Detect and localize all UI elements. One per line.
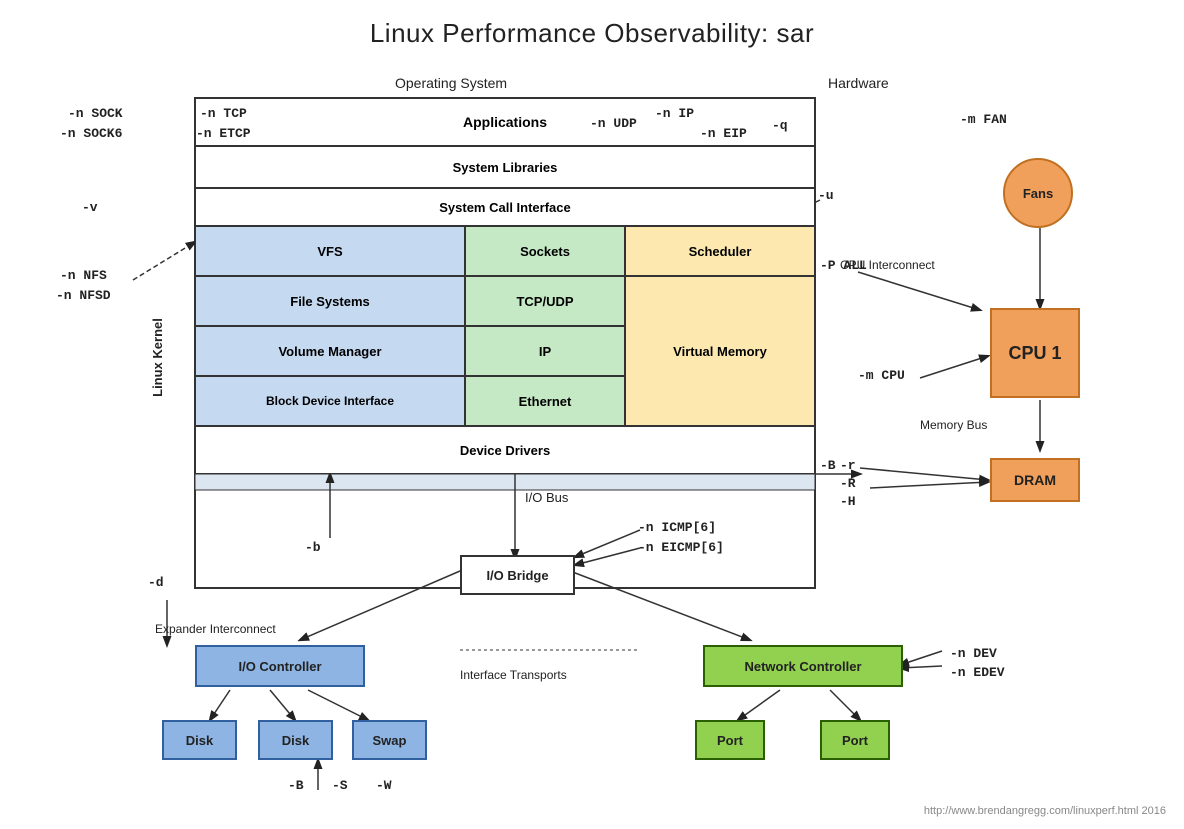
n-sock6-label: -n SOCK6 xyxy=(60,126,122,141)
port1-box: Port xyxy=(695,720,765,760)
filesystems-layer: File Systems xyxy=(195,276,465,326)
r-label: -r xyxy=(840,458,856,473)
m-fan-label: -m FAN xyxy=(960,112,1007,127)
device-drivers-layer: Device Drivers xyxy=(195,426,815,474)
disk1-box: Disk xyxy=(162,720,237,760)
swap-box: Swap xyxy=(352,720,427,760)
big-w-label: -W xyxy=(376,778,392,793)
io-bridge-box: I/O Bridge xyxy=(460,555,575,595)
q-label: -q xyxy=(772,118,788,133)
memory-bus-label: Memory Bus xyxy=(920,418,987,434)
dram-box: DRAM xyxy=(990,458,1080,502)
network-controller-box: Network Controller xyxy=(703,645,903,687)
n-ip-label: -n IP xyxy=(655,106,694,121)
interface-transports-label: Interface Transports xyxy=(460,668,567,682)
n-sock-label: -n SOCK xyxy=(68,106,123,121)
n-etcp-label: -n ETCP xyxy=(196,126,251,141)
big-b-label: -B xyxy=(820,458,836,473)
n-icmp-label: -n ICMP[6] xyxy=(638,520,716,535)
big-s-label: -S xyxy=(332,778,348,793)
v-label: -v xyxy=(82,200,98,215)
tcp-udp-layer: TCP/UDP xyxy=(465,276,625,326)
big-b2-label: -B xyxy=(288,778,304,793)
scheduler-layer: Scheduler xyxy=(625,226,815,276)
vfs-layer: VFS xyxy=(195,226,465,276)
m-cpu-label: -m CPU xyxy=(858,368,905,383)
cpu-box: CPU 1 xyxy=(990,308,1080,398)
volume-manager-layer: Volume Manager xyxy=(195,326,465,376)
n-eicmp-label: -n EICMP[6] xyxy=(638,540,724,555)
n-udp-label: -n UDP xyxy=(590,116,637,131)
page-title: Linux Performance Observability: sar xyxy=(0,0,1184,49)
n-tcp-label: -n TCP xyxy=(200,106,247,121)
io-bus-label: I/O Bus xyxy=(525,490,568,505)
n-edev-label: -n EDEV xyxy=(950,665,1005,680)
big-r-label: -R xyxy=(840,476,856,491)
expander-interconnect-label: Expander Interconnect xyxy=(155,622,276,636)
n-nfsd-label: -n NFSD xyxy=(56,288,111,303)
b-label: -b xyxy=(305,540,321,555)
disk2-box: Disk xyxy=(258,720,333,760)
big-h-label: -H xyxy=(840,494,856,509)
linux-kernel-label: Linux Kernel xyxy=(150,318,165,397)
os-label: Operating System xyxy=(395,75,507,91)
hardware-label: Hardware xyxy=(828,75,889,91)
virtual-memory-layer: Virtual Memory xyxy=(625,276,815,426)
footer-url: http://www.brendangregg.com/linuxperf.ht… xyxy=(924,805,1166,817)
d-label: -d xyxy=(148,575,164,590)
u-label: -u xyxy=(818,188,834,203)
system-libraries-layer: System Libraries xyxy=(195,146,815,188)
fans-circle: Fans xyxy=(1003,158,1073,228)
n-nfs-label: -n NFS xyxy=(60,268,107,283)
sockets-layer: Sockets xyxy=(465,226,625,276)
port2-box: Port xyxy=(820,720,890,760)
io-controller-box: I/O Controller xyxy=(195,645,365,687)
ethernet-layer: Ethernet xyxy=(465,376,625,426)
n-eip-label: -n EIP xyxy=(700,126,747,141)
syscall-layer: System Call Interface xyxy=(195,188,815,226)
ip-layer: IP xyxy=(465,326,625,376)
block-device-layer: Block Device Interface xyxy=(195,376,465,426)
n-dev-label: -n DEV xyxy=(950,646,997,661)
diagram: Linux Performance Observability: sar xyxy=(0,0,1184,829)
p-all-label: -P ALL xyxy=(820,258,867,273)
